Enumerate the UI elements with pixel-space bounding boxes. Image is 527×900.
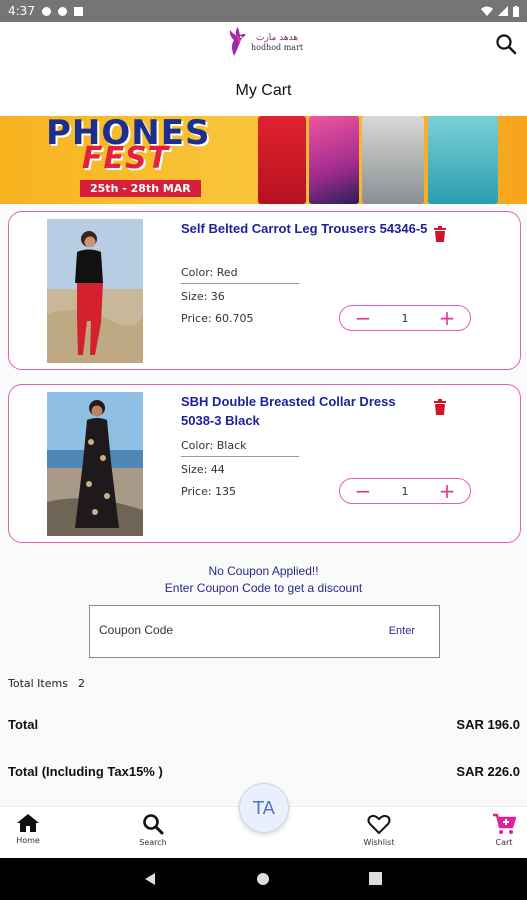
banner-phone-image <box>309 116 359 204</box>
product-price: Price: 135 <box>181 485 237 498</box>
increase-qty-button[interactable]: + <box>438 481 456 501</box>
cart-item-card: SBH Double Breasted Collar Dress 5038-3 … <box>8 384 521 543</box>
quantity-stepper: − 1 + <box>339 478 471 504</box>
product-name[interactable]: Self Belted Carrot Leg Trousers 54346-5 <box>181 219 431 238</box>
nav-wishlist-label: Wishlist <box>363 838 395 847</box>
total-items: Total Items 2 <box>8 677 85 690</box>
nav-home-label: Home <box>16 836 40 845</box>
product-size: Size: 36 <box>181 290 225 303</box>
divider <box>181 283 299 284</box>
cart-icon <box>493 813 516 834</box>
nav-cart-label: Cart <box>495 838 513 847</box>
logo-arabic-text: هدهد مارت <box>255 32 299 43</box>
status-time: 4:37 <box>8 4 35 18</box>
total-tax-label: Total (Including Tax15% ) <box>8 764 163 779</box>
brand-logo: هدهد مارت hodhod mart <box>226 26 303 58</box>
sd-card-icon <box>73 6 83 16</box>
divider <box>181 456 299 457</box>
product-color: Color: Red <box>181 266 238 279</box>
total-items-value: 2 <box>77 677 85 690</box>
total-row: Total SAR 196.0 <box>8 717 520 732</box>
nav-cart[interactable]: Cart <box>474 813 527 847</box>
total-tax-row: Total (Including Tax15% ) SAR 226.0 <box>8 764 520 779</box>
total-items-label: Total Items <box>8 677 68 690</box>
signal-icon <box>498 6 508 16</box>
search-icon[interactable] <box>494 32 518 56</box>
page-title: My Cart <box>235 82 292 99</box>
product-color: Color: Black <box>181 439 247 452</box>
heart-icon <box>367 814 391 835</box>
hoopoe-bird-icon <box>229 27 246 56</box>
product-image[interactable] <box>47 219 143 363</box>
quantity-value: 1 <box>401 484 409 498</box>
total-tax-value: SAR 226.0 <box>456 764 520 779</box>
battery-icon <box>513 5 519 17</box>
app-header: هدهد مارت hodhod mart My Cart <box>0 22 527 116</box>
quantity-value: 1 <box>401 311 409 325</box>
floating-avatar-button[interactable]: TA <box>239 783 289 833</box>
notification-icon <box>57 6 67 16</box>
banner-phone-image <box>258 116 306 204</box>
coupon-code-input[interactable] <box>99 623 359 637</box>
cart-item-card: Self Belted Carrot Leg Trousers 54346-5 … <box>8 211 521 370</box>
banner-phone-image <box>362 116 424 204</box>
banner-dates: 25th - 28th MAR <box>80 180 201 197</box>
delete-icon[interactable] <box>433 399 447 415</box>
delete-icon[interactable] <box>433 226 447 242</box>
coupon-message: No Coupon Applied!! Enter Coupon Code to… <box>0 563 527 597</box>
total-value: SAR 196.0 <box>456 717 520 732</box>
coupon-box: Enter <box>89 605 440 658</box>
nav-home[interactable]: Home <box>0 813 58 845</box>
status-bar: 4:37 <box>0 0 527 22</box>
total-label: Total <box>8 717 39 732</box>
product-image[interactable] <box>47 392 143 536</box>
coupon-status-text: No Coupon Applied!! <box>208 564 319 578</box>
banner-phone-image <box>428 116 498 204</box>
system-navigation-bar <box>0 858 527 900</box>
wifi-icon <box>481 6 493 16</box>
product-size: Size: 44 <box>181 463 225 476</box>
quantity-stepper: − 1 + <box>339 305 471 331</box>
banner-title-line2: FEST <box>82 141 170 176</box>
increase-qty-button[interactable]: + <box>438 308 456 328</box>
settings-icon <box>41 6 51 16</box>
product-price: Price: 60.705 <box>181 312 254 325</box>
nav-search-label: Search <box>139 838 167 847</box>
decrease-qty-button[interactable]: − <box>354 308 372 328</box>
decrease-qty-button[interactable]: − <box>354 481 372 501</box>
recents-icon[interactable] <box>369 872 382 885</box>
logo-english-text: hodhod mart <box>251 42 304 52</box>
nav-wishlist[interactable]: Wishlist <box>349 813 409 847</box>
search-icon <box>143 814 164 835</box>
coupon-hint-text: Enter Coupon Code to get a discount <box>164 581 363 595</box>
back-icon[interactable] <box>143 872 157 886</box>
home-icon <box>17 814 39 832</box>
product-name[interactable]: SBH Double Breasted Collar Dress 5038-3 … <box>181 392 431 430</box>
coupon-enter-button[interactable]: Enter <box>389 625 415 637</box>
home-circle-icon[interactable] <box>256 872 270 886</box>
promo-banner[interactable]: PHONES FEST 25th - 28th MAR <box>0 116 527 204</box>
nav-search[interactable]: Search <box>123 813 183 847</box>
